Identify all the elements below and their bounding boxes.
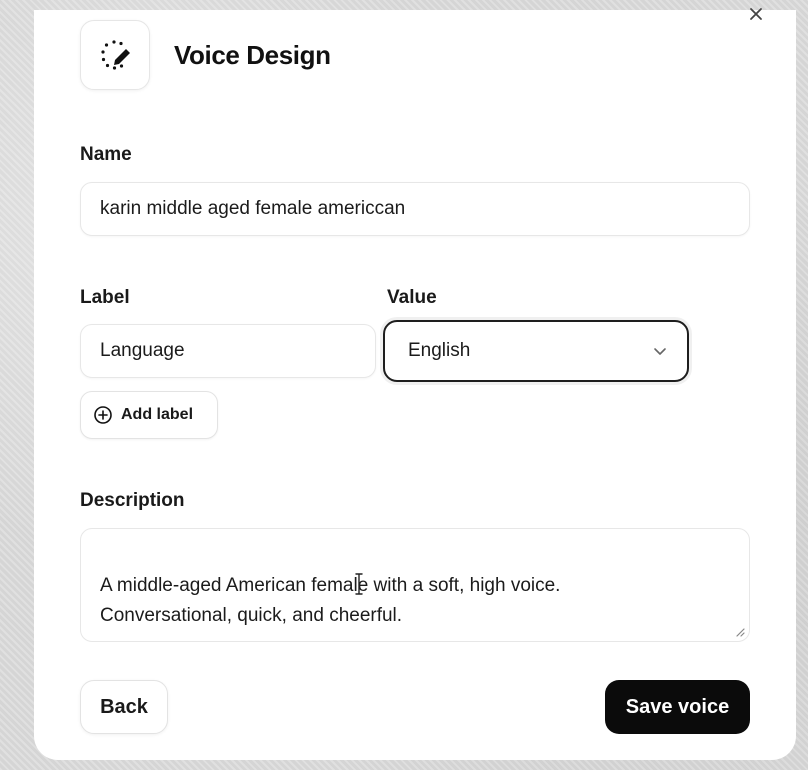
description-textarea[interactable]: A middle-aged American female with a sof… xyxy=(80,528,750,642)
label-input-value: Language xyxy=(100,340,185,361)
description-text: A middle-aged American female with a sof… xyxy=(100,575,561,626)
name-label: Name xyxy=(80,144,132,165)
close-button[interactable] xyxy=(746,4,766,24)
value-select-value: English xyxy=(408,340,471,361)
back-button[interactable]: Back xyxy=(80,680,168,734)
label-input[interactable]: Language xyxy=(80,324,376,378)
voice-design-dialog: Voice Design Name karin middle aged fema… xyxy=(34,8,796,760)
value-heading: Value xyxy=(387,287,437,308)
voice-design-logo xyxy=(80,20,150,90)
dialog-title: Voice Design xyxy=(174,39,331,70)
add-label-button[interactable]: Add label xyxy=(80,391,218,439)
add-label-text: Add label xyxy=(121,406,194,423)
plus-circle-icon xyxy=(94,406,112,424)
dialog-header: Voice Design xyxy=(80,20,331,90)
close-icon xyxy=(750,8,762,20)
resize-grip-icon[interactable] xyxy=(735,627,745,637)
text-cursor-icon xyxy=(355,573,363,595)
voice-design-icon xyxy=(101,40,130,70)
label-heading: Label xyxy=(80,287,130,308)
description-label: Description xyxy=(80,490,185,511)
value-select[interactable]: English xyxy=(383,320,689,382)
chevron-down-icon xyxy=(654,348,666,355)
name-input-value: karin middle aged female americcan xyxy=(100,198,406,219)
name-input[interactable]: karin middle aged female americcan xyxy=(80,182,750,236)
save-voice-button[interactable]: Save voice xyxy=(605,680,750,734)
